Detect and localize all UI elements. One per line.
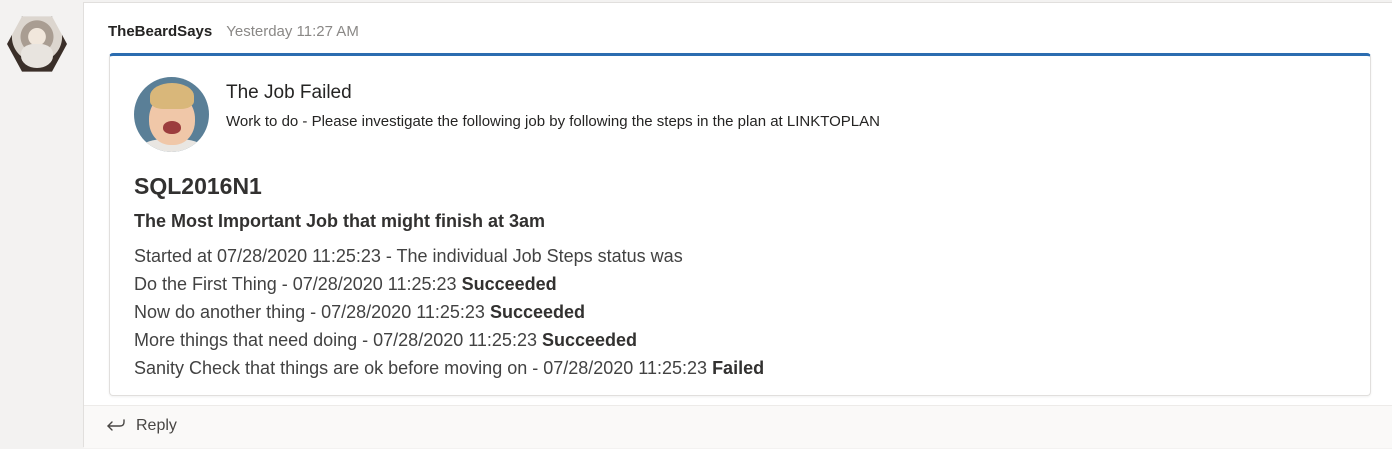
reply-arrow-icon — [107, 419, 125, 431]
job-step-status: Succeeded — [461, 274, 557, 294]
card-title: The Job Failed — [226, 82, 352, 103]
job-step-status: Succeeded — [489, 302, 585, 322]
chat-thread: TheBeardSays Yesterday 11:27 AM The Job … — [0, 0, 1392, 449]
message-container: TheBeardSays Yesterday 11:27 AM The Job … — [83, 2, 1392, 448]
job-step-text: More things that need doing - 07/28/2020… — [134, 330, 537, 350]
reply-bar: Reply — [84, 405, 1392, 448]
adaptive-card: The Job Failed Work to do - Please inves… — [109, 53, 1371, 396]
author-name[interactable]: TheBeardSays — [108, 23, 212, 40]
job-step-status: Succeeded — [542, 330, 638, 350]
job-status-list: Started at 07/28/2020 11:25:23 - The ind… — [134, 242, 764, 382]
card-subtitle: Work to do - Please investigate the foll… — [226, 113, 880, 130]
avatar-beard — [21, 44, 53, 68]
job-step-text: Sanity Check that things are ok before m… — [134, 358, 708, 378]
started-line: Started at 07/28/2020 11:25:23 - The ind… — [134, 246, 683, 266]
job-name: The Most Important Job that might finish… — [134, 211, 546, 231]
job-step-line: Now do another thing - 07/28/2020 11:25:… — [134, 298, 764, 326]
job-step-line: More things that need doing - 07/28/2020… — [134, 326, 764, 354]
job-step-status: Failed — [712, 358, 765, 378]
server-name: SQL2016N1 — [134, 173, 262, 199]
message-header: TheBeardSays Yesterday 11:27 AM — [108, 23, 359, 40]
job-step-text: Do the First Thing - 07/28/2020 11:25:23 — [134, 274, 457, 294]
message-timestamp: Yesterday 11:27 AM — [226, 23, 359, 40]
job-step-text: Now do another thing - 07/28/2020 11:25:… — [134, 302, 485, 322]
card-image — [134, 77, 209, 152]
job-step-line: Do the First Thing - 07/28/2020 11:25:23… — [134, 270, 764, 298]
job-step-line: Sanity Check that things are ok before m… — [134, 354, 764, 382]
reply-label: Reply — [136, 417, 177, 434]
author-avatar[interactable] — [7, 16, 67, 72]
reply-button[interactable]: Reply — [106, 417, 177, 435]
